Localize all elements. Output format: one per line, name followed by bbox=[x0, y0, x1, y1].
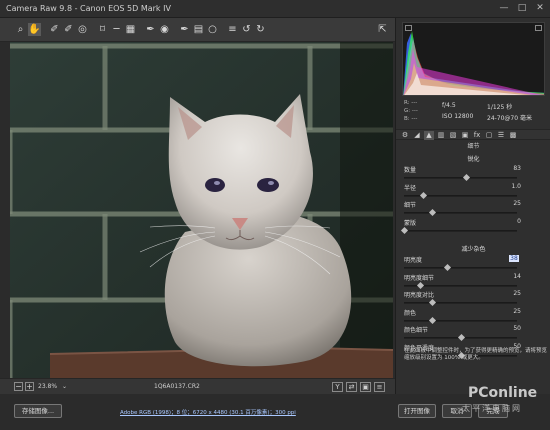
crop-tool-icon[interactable]: ⌑ bbox=[96, 23, 109, 36]
iso: ISO 12800 bbox=[442, 113, 474, 120]
copy-settings-button[interactable]: ▣ bbox=[360, 382, 371, 392]
slider-label: 明亮度细节 bbox=[404, 274, 435, 282]
rotate-right-icon[interactable]: ↻ bbox=[254, 23, 267, 36]
slider-label: 数量 bbox=[404, 167, 417, 174]
window-title: Camera Raw 9.8 - Canon EOS 5D Mark IV bbox=[6, 4, 171, 13]
tab-hsl-icon[interactable]: ▥ bbox=[436, 131, 446, 140]
color-sampler-tool-icon[interactable]: ✐ bbox=[62, 23, 75, 36]
panel-tabs: ⚙ ◢ ▲ ▥ ▧ ▣ fx ▢ ☰ ▩ bbox=[396, 129, 550, 140]
zoom-dropdown-icon[interactable]: ⌄ bbox=[62, 383, 67, 390]
slider-label: 半径 bbox=[404, 184, 417, 192]
slider-value-field[interactable]: 1.0 bbox=[491, 183, 521, 190]
open-fullscreen-button[interactable]: ⇱ bbox=[376, 23, 389, 36]
toggle-settings-button[interactable]: ≡ bbox=[374, 382, 385, 392]
shutter-speed: 1/125 秒 bbox=[487, 104, 513, 111]
maximize-button[interactable]: □ bbox=[514, 2, 530, 15]
camera-info: R: --- G: --- B: --- f/4.5 1/125 秒 ISO 1… bbox=[402, 98, 545, 128]
zoom-in-button[interactable]: + bbox=[25, 382, 34, 391]
highlight-clipping-icon[interactable] bbox=[535, 25, 542, 31]
zoom-out-button[interactable]: − bbox=[14, 382, 23, 391]
transform-tool-icon[interactable]: ▦ bbox=[124, 23, 137, 36]
zoom-level-select[interactable]: 23.8% bbox=[38, 383, 57, 390]
slider-label: 颜色细节 bbox=[404, 327, 429, 334]
slider-value-field[interactable]: 25 bbox=[491, 308, 521, 315]
tab-camera-calibration-icon[interactable]: ▢ bbox=[484, 131, 494, 140]
tab-split-toning-icon[interactable]: ▧ bbox=[448, 131, 458, 140]
hand-tool-icon[interactable]: ✋ bbox=[28, 23, 41, 36]
histogram-graph bbox=[403, 31, 544, 95]
swap-settings-button[interactable]: ⇄ bbox=[346, 382, 357, 392]
adjustment-brush-icon[interactable]: ✒ bbox=[178, 23, 191, 36]
watermark: PConline 太平洋电脑网 bbox=[462, 385, 550, 425]
sharpening-slider-row: 蒙版 0 bbox=[396, 215, 550, 237]
slider-label: 颜色 bbox=[404, 309, 417, 317]
zoom-tool-icon[interactable]: ⌕ bbox=[14, 23, 27, 36]
tab-basic-icon[interactable]: ⚙ bbox=[400, 131, 410, 140]
slider-value-field[interactable]: 25 bbox=[491, 200, 521, 207]
minimize-button[interactable]: — bbox=[496, 2, 512, 15]
image-preview[interactable] bbox=[10, 42, 393, 378]
slider-value-field[interactable]: 83 bbox=[491, 165, 521, 172]
slider-value-field[interactable]: 38 bbox=[509, 255, 519, 262]
slider-label: 细节 bbox=[404, 202, 417, 209]
rotate-left-icon[interactable]: ↺ bbox=[240, 23, 253, 36]
before-after-button[interactable]: Y bbox=[332, 382, 343, 392]
slider-label: 蒙版 bbox=[404, 219, 417, 227]
radial-filter-icon[interactable]: ○ bbox=[206, 23, 219, 36]
graduated-filter-icon[interactable]: ▤ bbox=[192, 23, 205, 36]
preferences-icon[interactable]: ≡ bbox=[226, 23, 239, 36]
toolbar: ⌕ ✋ ✐ ✐ ◎ ⌑ ─ ▦ ✒ ◉ ✒ ▤ ○ ≡ ↺ ↻ ⇱ bbox=[0, 18, 395, 42]
filename: 1Q6A0137.CR2 bbox=[154, 383, 200, 390]
slider-value-field[interactable]: 0 bbox=[491, 218, 521, 225]
shadow-clipping-icon[interactable] bbox=[405, 25, 412, 31]
r-readout: R: --- bbox=[404, 100, 418, 106]
workflow-options-link[interactable]: Adobe RGB (1998)；8 位；6720 x 4480 (30.1 百… bbox=[120, 408, 296, 416]
white-balance-tool-icon[interactable]: ✐ bbox=[48, 23, 61, 36]
straighten-tool-icon[interactable]: ─ bbox=[110, 23, 123, 36]
preview-status-bar: − + 23.8% ⌄ 1Q6A0137.CR2 Y ⇄ ▣ ≡ bbox=[0, 378, 395, 394]
red-eye-tool-icon[interactable]: ◉ bbox=[158, 23, 171, 36]
targeted-adjustment-tool-icon[interactable]: ◎ bbox=[76, 23, 89, 36]
slider-value-field[interactable]: 25 bbox=[491, 290, 521, 297]
slider-value-field[interactable]: 50 bbox=[491, 325, 521, 332]
panel-title: 细节 bbox=[467, 143, 480, 150]
lens: 24-70@70 毫米 bbox=[487, 115, 532, 122]
watermark-brand: PConline bbox=[468, 385, 538, 401]
g-readout: G: --- bbox=[404, 108, 418, 114]
watermark-tagline: 太平洋电脑网 bbox=[462, 404, 522, 413]
slider-thumb[interactable] bbox=[400, 226, 409, 234]
close-button[interactable]: ✕ bbox=[532, 2, 548, 15]
adjustments-panel: R: --- G: --- B: --- f/4.5 1/125 秒 ISO 1… bbox=[395, 18, 550, 394]
open-image-button[interactable]: 打开图像 bbox=[398, 404, 436, 418]
spot-removal-tool-icon[interactable]: ✒ bbox=[144, 23, 157, 36]
tab-fx-icon[interactable]: fx bbox=[472, 131, 482, 140]
slider-label: 明亮度 bbox=[404, 257, 423, 264]
cat-photo bbox=[10, 42, 393, 378]
save-image-button[interactable]: 存储图像... bbox=[14, 404, 62, 418]
zoom-hint: 在此面板中调整控件时，为了获得更精确的预览，请将预览缩放级别设置为 100% 或… bbox=[404, 348, 548, 361]
title-bar: Camera Raw 9.8 - Canon EOS 5D Mark IV — … bbox=[0, 0, 550, 18]
aperture: f/4.5 bbox=[442, 102, 456, 109]
slider-value-field[interactable]: 14 bbox=[491, 273, 521, 280]
slider-label: 明亮度对比 bbox=[404, 292, 435, 299]
tab-snapshots-icon[interactable]: ▩ bbox=[508, 131, 518, 140]
slider-track[interactable] bbox=[400, 226, 517, 234]
tab-lens-icon[interactable]: ▣ bbox=[460, 131, 470, 140]
tab-tone-curve-icon[interactable]: ◢ bbox=[412, 131, 422, 140]
tab-presets-icon[interactable]: ☰ bbox=[496, 131, 506, 140]
b-readout: B: --- bbox=[404, 116, 418, 122]
tab-detail-icon[interactable]: ▲ bbox=[424, 131, 434, 140]
histogram bbox=[402, 22, 545, 96]
